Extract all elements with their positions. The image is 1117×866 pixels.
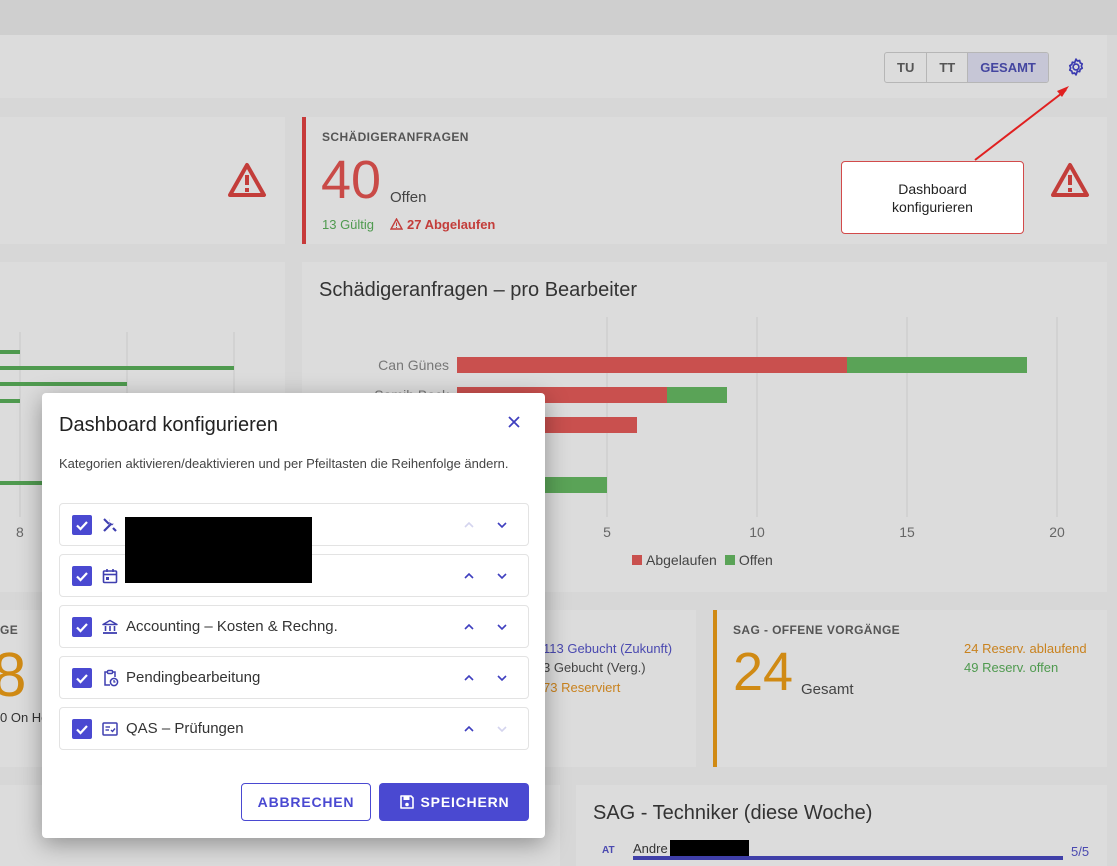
x-tick-label: 15 <box>899 524 915 540</box>
callout-text: Dashboard konfigurieren <box>892 180 973 215</box>
move-up-icon[interactable] <box>460 567 478 585</box>
kpi-sag-line1: 24 Reserv. ablaufend <box>964 641 1087 656</box>
category-label: Accounting – Kosten & Rechng. <box>126 618 338 635</box>
clipboard-clock-icon <box>104 669 119 687</box>
bank-icon <box>102 619 118 634</box>
category-row: QAS – Prüfungen <box>59 707 529 750</box>
move-up-icon[interactable] <box>460 618 478 636</box>
tools-icon <box>103 518 117 532</box>
x-tick-label: 20 <box>1049 524 1065 540</box>
calendar-icon <box>102 569 118 584</box>
save-button[interactable]: SPEICHERN <box>379 783 529 821</box>
callout-box: Dashboard konfigurieren <box>841 161 1024 234</box>
redacted-block <box>670 840 749 856</box>
left-chart-bar <box>0 399 20 403</box>
dashboard-config-dialog: Dashboard konfigurieren Kategorien aktiv… <box>42 393 545 838</box>
kpi-valid: 13 Gültig <box>322 217 375 232</box>
kpi-sag-value-label: Gesamt <box>801 681 854 698</box>
technician-badge: AT <box>602 845 615 856</box>
cancel-button[interactable]: ABBRECHEN <box>241 783 371 821</box>
left-chart-bar <box>0 366 234 370</box>
category-checkbox[interactable] <box>72 719 92 739</box>
segment-tt[interactable]: TT <box>927 53 969 82</box>
save-label: SPEICHERN <box>420 794 510 810</box>
category-label: Pendingbearbeitung <box>126 669 261 686</box>
category-label: QAS – Prüfungen <box>126 720 244 737</box>
warning-icon <box>228 163 266 197</box>
x-tick-label: 5 <box>603 524 611 540</box>
move-down-icon[interactable] <box>493 669 511 687</box>
chart-legend: Abgelaufen Offen <box>632 552 773 568</box>
move-down-icon[interactable] <box>493 720 511 738</box>
top-strip <box>0 0 1117 35</box>
kpi-sag-title: SAG - OFFENE VORGÄNGE <box>733 623 901 637</box>
category-checkbox[interactable] <box>72 617 92 637</box>
sag-techniker-title: SAG - Techniker (diese Woche) <box>593 802 873 824</box>
close-icon[interactable] <box>505 413 523 431</box>
redacted-block <box>125 517 312 583</box>
left-chart-bar <box>0 481 42 485</box>
technician-count: 5/5 <box>1071 844 1090 859</box>
kpi-value-label: Offen <box>390 189 427 206</box>
move-up-icon[interactable] <box>460 720 478 738</box>
legend-swatch-abgelaufen <box>632 555 642 565</box>
gear-icon[interactable] <box>1066 57 1086 77</box>
kpi-title: SCHÄDIGERANFRAGEN <box>322 130 469 144</box>
legend-label-offen: Offen <box>738 552 773 568</box>
category-label: Can Günes <box>378 357 449 373</box>
bar-offen <box>667 387 727 403</box>
left-chart-tick: 8 <box>16 524 24 540</box>
category-row: Accounting – Kosten & Rechng. <box>59 605 529 648</box>
segment-gesamt[interactable]: GESAMT <box>968 53 1048 82</box>
move-down-icon[interactable] <box>493 516 511 534</box>
save-icon <box>399 795 414 809</box>
segment-tu[interactable]: TU <box>885 53 928 82</box>
kpi-value: 40 <box>321 150 382 210</box>
kpi-expired: 27 Abgelaufen <box>407 217 496 232</box>
category-checkbox[interactable] <box>72 566 92 586</box>
category-checkbox[interactable] <box>72 668 92 688</box>
left-chart-bar <box>0 350 20 354</box>
move-up-icon[interactable] <box>460 516 478 534</box>
warning-icon <box>1051 163 1089 197</box>
dialog-title: Dashboard konfigurieren <box>59 414 279 436</box>
move-down-icon[interactable] <box>493 567 511 585</box>
kpi-middle-line2: 3 Gebucht (Verg.) <box>543 660 646 675</box>
left-chart-bar <box>0 382 127 386</box>
bar-abgelaufen <box>457 357 847 373</box>
move-down-icon[interactable] <box>493 618 511 636</box>
kpi-sag-value: 24 <box>733 642 794 702</box>
dialog-description: Kategorien aktivieren/deaktivieren und p… <box>59 456 509 471</box>
bar-offen <box>847 357 1027 373</box>
small-warning-icon <box>390 218 403 230</box>
checklist-icon <box>102 722 118 736</box>
technician-progress <box>633 856 1063 860</box>
legend-label-abgelaufen: Abgelaufen <box>646 552 717 568</box>
view-segmented-control: TU TT GESAMT <box>884 52 1049 83</box>
legend-swatch-offen <box>724 555 735 565</box>
move-up-icon[interactable] <box>460 669 478 687</box>
category-checkbox[interactable] <box>72 515 92 535</box>
x-tick-label: 10 <box>749 524 765 540</box>
kpi-sag-line2: 49 Reserv. offen <box>964 660 1059 675</box>
kpi-value-fragment: 8 <box>0 641 27 710</box>
kpi-middle-line1: 113 Gebucht (Zukunft) <box>543 641 673 656</box>
category-row: Pendingbearbeitung <box>59 656 529 699</box>
kpi-title-fragment: GE <box>0 623 19 637</box>
technician-name: Andre <box>633 841 668 856</box>
kpi-middle-line3: 73 Reserviert <box>543 680 621 695</box>
